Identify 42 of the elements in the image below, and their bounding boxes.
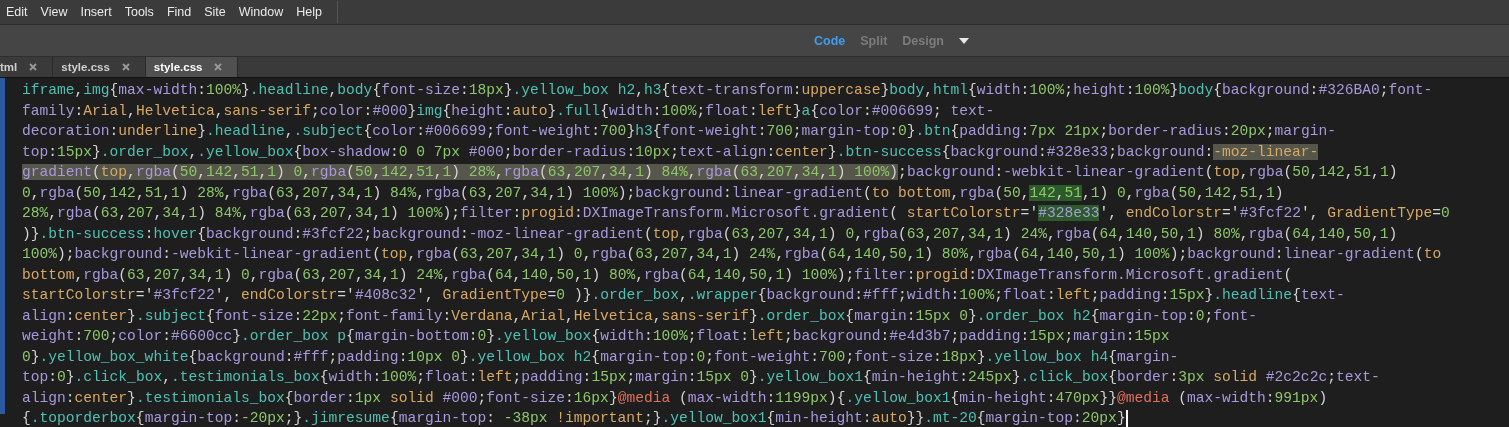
code-text: align:center}.testimonials_box{border:1px solid #000;font-size:16px}@media (max-width:1199px){.yellow_box1{min-height:470px}}@media (max-width:991px) [22,389,1328,406]
code-text: {.toporderbox{margin-top:-20px;}.jimresume{margin-top: -38px !important;}.yellow_box1{min-height:auto}}.mt-20{margin-top:20px} [22,410,1126,426]
code-text: top:0}.click_box,.testimonials_box{width:100%;float:left;padding:15px;margin:15px 0}.yellow_box1{min-height:245px}.click_box{border:3px solid #2c2c2c;text- [22,369,1380,385]
code-text: )}.btn-success:hover{background:#3fcf22;background:-moz-linear-gradient(top,rgba(63,207,34,1) 0,rgba(63,207,34,1) 24%,rgba(64,140,50,1) 80%,rgba(64,140,50,1) [22,225,1398,242]
text-cursor [1125,409,1128,427]
code-text: 0}.yellow_box_white{background:#fff;padding:10px 0}.yellow_box h2{margin-top:0;font-weight:700;font-size:18px}.yellow_box h4{margin- [22,348,1179,365]
highlighted-code: 142,51 [1029,184,1082,201]
close-icon[interactable] [29,63,38,71]
code-text: family:Arial,Helvetica,sans-serif;color:#000}img{height:auto}.full{width:100%;float:left}a{color:#006699; text- [22,102,995,119]
tab-label[interactable]: style.css [153,61,203,73]
code-text: 28%,rgba(63,207,34,1) 84%,rgba(63,207,34,1) 100%);filter:progid:DXImageTransform.Microsoft.gradient( startColorstr=' [22,205,1039,221]
code-text: ;background:-webkit-linear-gradient(top,rgba(50,142,51,1) [898,164,1398,180]
code-text: 100%);background:-webkit-linear-gradient(top,rgba(63,207,34,1) 0,rgba(63,207,34,1) 24%,rgba(64,140,50,1) 80%,rgba(64,140,50,1) 100%);background:linear-gradient(to [22,246,1442,262]
menu-item[interactable]: View [38,5,79,19]
menu-item[interactable]: Help [294,5,333,19]
code-text: iframe,img{max-width:100%}.headline,body{font-size:18px}.yellow_box h2,h3{text-transform:uppercase}body,html{width:100%;height:100%}body{background:#326BA0;font- [22,82,1433,98]
code-text: bottom,rgba(63,207,34,1) 0,rgba(63,207,34,1) 24%,rgba(64,140,50,1) 80%,rgba(64,140,50,1) 100%);filter:progid:DXImageTransform.Microsoft.gradient( [22,266,1293,283]
highlighted-code: #328e33 [1038,205,1100,221]
code-text: weight:700;color:#6600cc}.order_box p{margin-bottom:0}.yellow_box{width:100%;float:left;background:#e4d3b7;padding:15px;margin:15px [22,328,1170,344]
document-tab[interactable]: style.css [145,57,239,77]
menu-item[interactable]: Edit [6,5,39,19]
code-text: align:center}.subject{font-size:22px;font-family:Verdana,Arial,Helvetica,sans-serif}.order_box{margin:15px 0}.order_box h2{margin-top:0;font- [22,307,1258,324]
tab-label[interactable]: style.css [61,61,110,73]
menu-item[interactable]: Tools [122,5,165,19]
code-text: ,1) 0,rgba(50,142,51,1) [1082,184,1284,201]
highlighted-code: -moz-linear- [1213,143,1319,160]
tab-label[interactable]: tml [0,61,18,73]
highlighted-code: gradient(top,rgba(50,142,51,1) 0,rgba(50,142,51,1) 28%,rgba(63,207,34,1) 84%,rgba(63,207,34,1) 100%) [22,164,899,180]
close-icon[interactable] [121,63,130,71]
document-tab[interactable]: style.css [53,57,146,77]
code-text: 0,rgba(50,142,51,1) 28%,rgba(63,207,34,1) 84%,rgba(63,207,34,1) 100%);background:linear-gradient(to bottom,rgba(50, [22,184,1030,201]
code-text: decoration:underline}.headline,.subject{color:#006699;font-weight:700}h3{font-weight:700;margin-top:0}.btn{padding:7px 21px;border-radius:20px;margin- [22,123,1336,139]
menu-item[interactable]: Find [164,5,203,19]
menu-item[interactable]: Site [202,5,237,19]
code-text: top:15px}.order_box,.yellow_box{box-shadow:0 0 7px #000;border-radius:10px;text-align:center}.btn-success{background:#328e33;background: [22,143,1214,160]
code-text: ', endColorstr='#3fcf22', GradientType=0 [1099,205,1450,221]
menu-item[interactable]: Window [236,5,295,19]
caret-icon[interactable] [959,37,969,44]
close-icon[interactable] [214,63,223,71]
code-text: startColorstr='#3fcf22', endColorstr='#408c32', GradientType=0 )}.order_box,.wrapper{background:#fff;width:100%;float:left;padding:15px}.headline{text- [22,287,1345,303]
document-tab[interactable]: tml [0,57,54,77]
menu-item[interactable]: Insert [78,5,123,19]
